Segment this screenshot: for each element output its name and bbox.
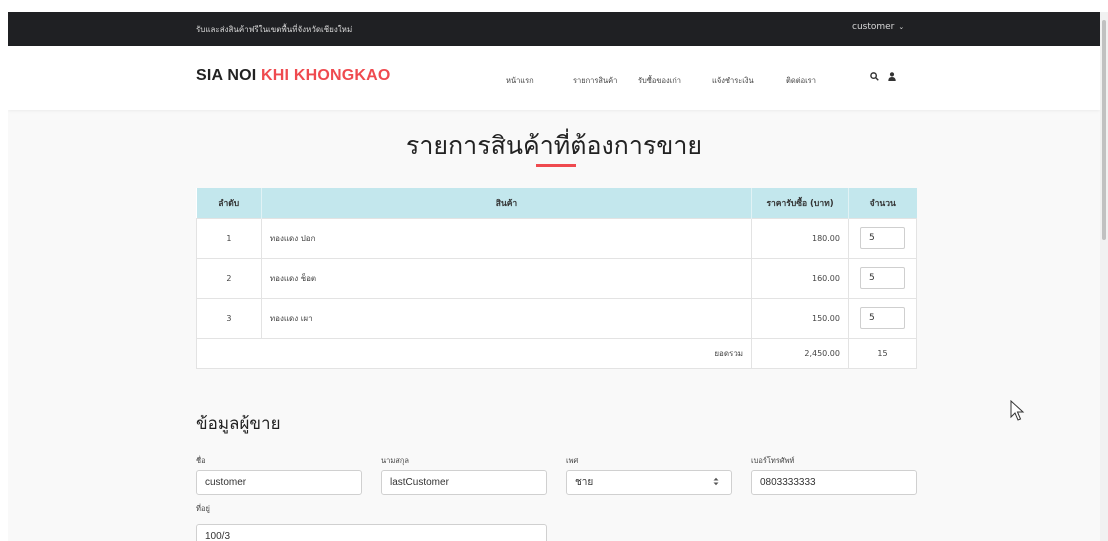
logo-text-accent: KHI KHONGKAO — [261, 67, 391, 84]
total-price: 2,450.00 — [751, 337, 849, 369]
col-header-price: ราคารับซื้อ (บาท) — [751, 188, 849, 218]
gender-select[interactable]: ชาย — [566, 470, 732, 495]
logo-text-primary: SIA NOI — [196, 67, 262, 84]
product-price: 150.00 — [751, 297, 849, 339]
col-header-product: สินค้า — [261, 188, 753, 218]
last-name-label: นามสกุล — [381, 456, 409, 465]
search-icon[interactable] — [870, 72, 879, 84]
table-row: 3 ทองแดง เผา 150.00 5 — [196, 297, 918, 339]
address-field[interactable]: 100/3 — [196, 524, 547, 541]
scrollbar-thumb[interactable] — [1102, 20, 1106, 240]
product-name: ทองแดง ปอก — [260, 217, 753, 259]
col-header-no: ลำดับ — [196, 188, 262, 218]
select-arrows-icon — [713, 477, 719, 491]
first-name-field[interactable]: customer — [196, 470, 362, 495]
browser-viewport: รับและส่งสินค้าฟรีในเขตพื้นที่จังหวัดเชี… — [8, 12, 1100, 541]
first-name-label: ชื่อ — [196, 456, 206, 465]
user-menu-label: customer — [852, 22, 895, 32]
quantity-input[interactable]: 5 — [859, 227, 905, 249]
product-name: ทองแดง ช็อต — [260, 257, 753, 299]
user-icon[interactable] — [888, 72, 896, 84]
last-name-field[interactable]: lastCustomer — [381, 470, 547, 495]
nav-home[interactable]: หน้าแรก — [506, 75, 534, 87]
row-number: 2 — [196, 257, 262, 299]
gender-label: เพศ — [566, 456, 579, 465]
product-table: ลำดับ สินค้า ราคารับซื้อ (บาท) จำนวน 1 ท… — [195, 188, 918, 369]
vertical-scrollbar[interactable] — [1100, 12, 1108, 541]
table-row: 2 ทองแดง ช็อต 160.00 5 — [196, 257, 918, 299]
nav-payment[interactable]: แจ้งชำระเงิน — [712, 75, 754, 87]
table-row: 1 ทองแดง ปอก 180.00 5 — [196, 217, 918, 259]
page-title: รายการสินค้าที่ต้องการขาย — [405, 131, 703, 160]
chevron-down-icon: ⌄ — [898, 23, 905, 31]
phone-field[interactable]: 0803333333 — [751, 470, 917, 495]
total-label: ยอดรวม — [195, 337, 753, 369]
title-underline — [536, 164, 576, 167]
row-number: 1 — [196, 217, 262, 259]
nav-buy-used[interactable]: รับซื้อของเก่า — [638, 75, 681, 87]
address-label: ที่อยู่ — [196, 504, 210, 513]
user-menu[interactable]: customer ⌄ — [852, 22, 904, 32]
top-bar: รับและส่งสินค้าฟรีในเขตพื้นที่จังหวัดเชี… — [8, 12, 1100, 46]
nav-products[interactable]: รายการสินค้า — [573, 75, 617, 87]
product-price: 180.00 — [751, 217, 849, 259]
total-qty: 15 — [847, 337, 918, 369]
product-name: ทองแดง เผา — [260, 297, 753, 339]
total-row: ยอดรวม 2,450.00 15 — [195, 337, 918, 369]
gender-select-value: ชาย — [575, 477, 594, 488]
mouse-cursor-icon — [1010, 400, 1025, 421]
phone-label: เบอร์โทรศัพท์ — [751, 456, 795, 465]
site-header: SIA NOI KHI KHONGKAO หน้าแรก รายการสินค้… — [8, 46, 1100, 110]
row-number: 3 — [196, 297, 262, 339]
col-header-qty: จำนวน — [848, 188, 917, 218]
product-price: 160.00 — [751, 257, 849, 299]
site-logo[interactable]: SIA NOI KHI KHONGKAO — [196, 67, 391, 85]
quantity-input[interactable]: 5 — [859, 307, 905, 329]
table-header-row: ลำดับ สินค้า ราคารับซื้อ (บาท) จำนวน — [196, 188, 917, 218]
nav-contact[interactable]: ติดต่อเรา — [786, 75, 816, 87]
announcement-text: รับและส่งสินค้าฟรีในเขตพื้นที่จังหวัดเชี… — [196, 25, 353, 34]
seller-section-title: ข้อมูลผู้ขาย — [196, 414, 281, 434]
quantity-input[interactable]: 5 — [859, 267, 905, 289]
